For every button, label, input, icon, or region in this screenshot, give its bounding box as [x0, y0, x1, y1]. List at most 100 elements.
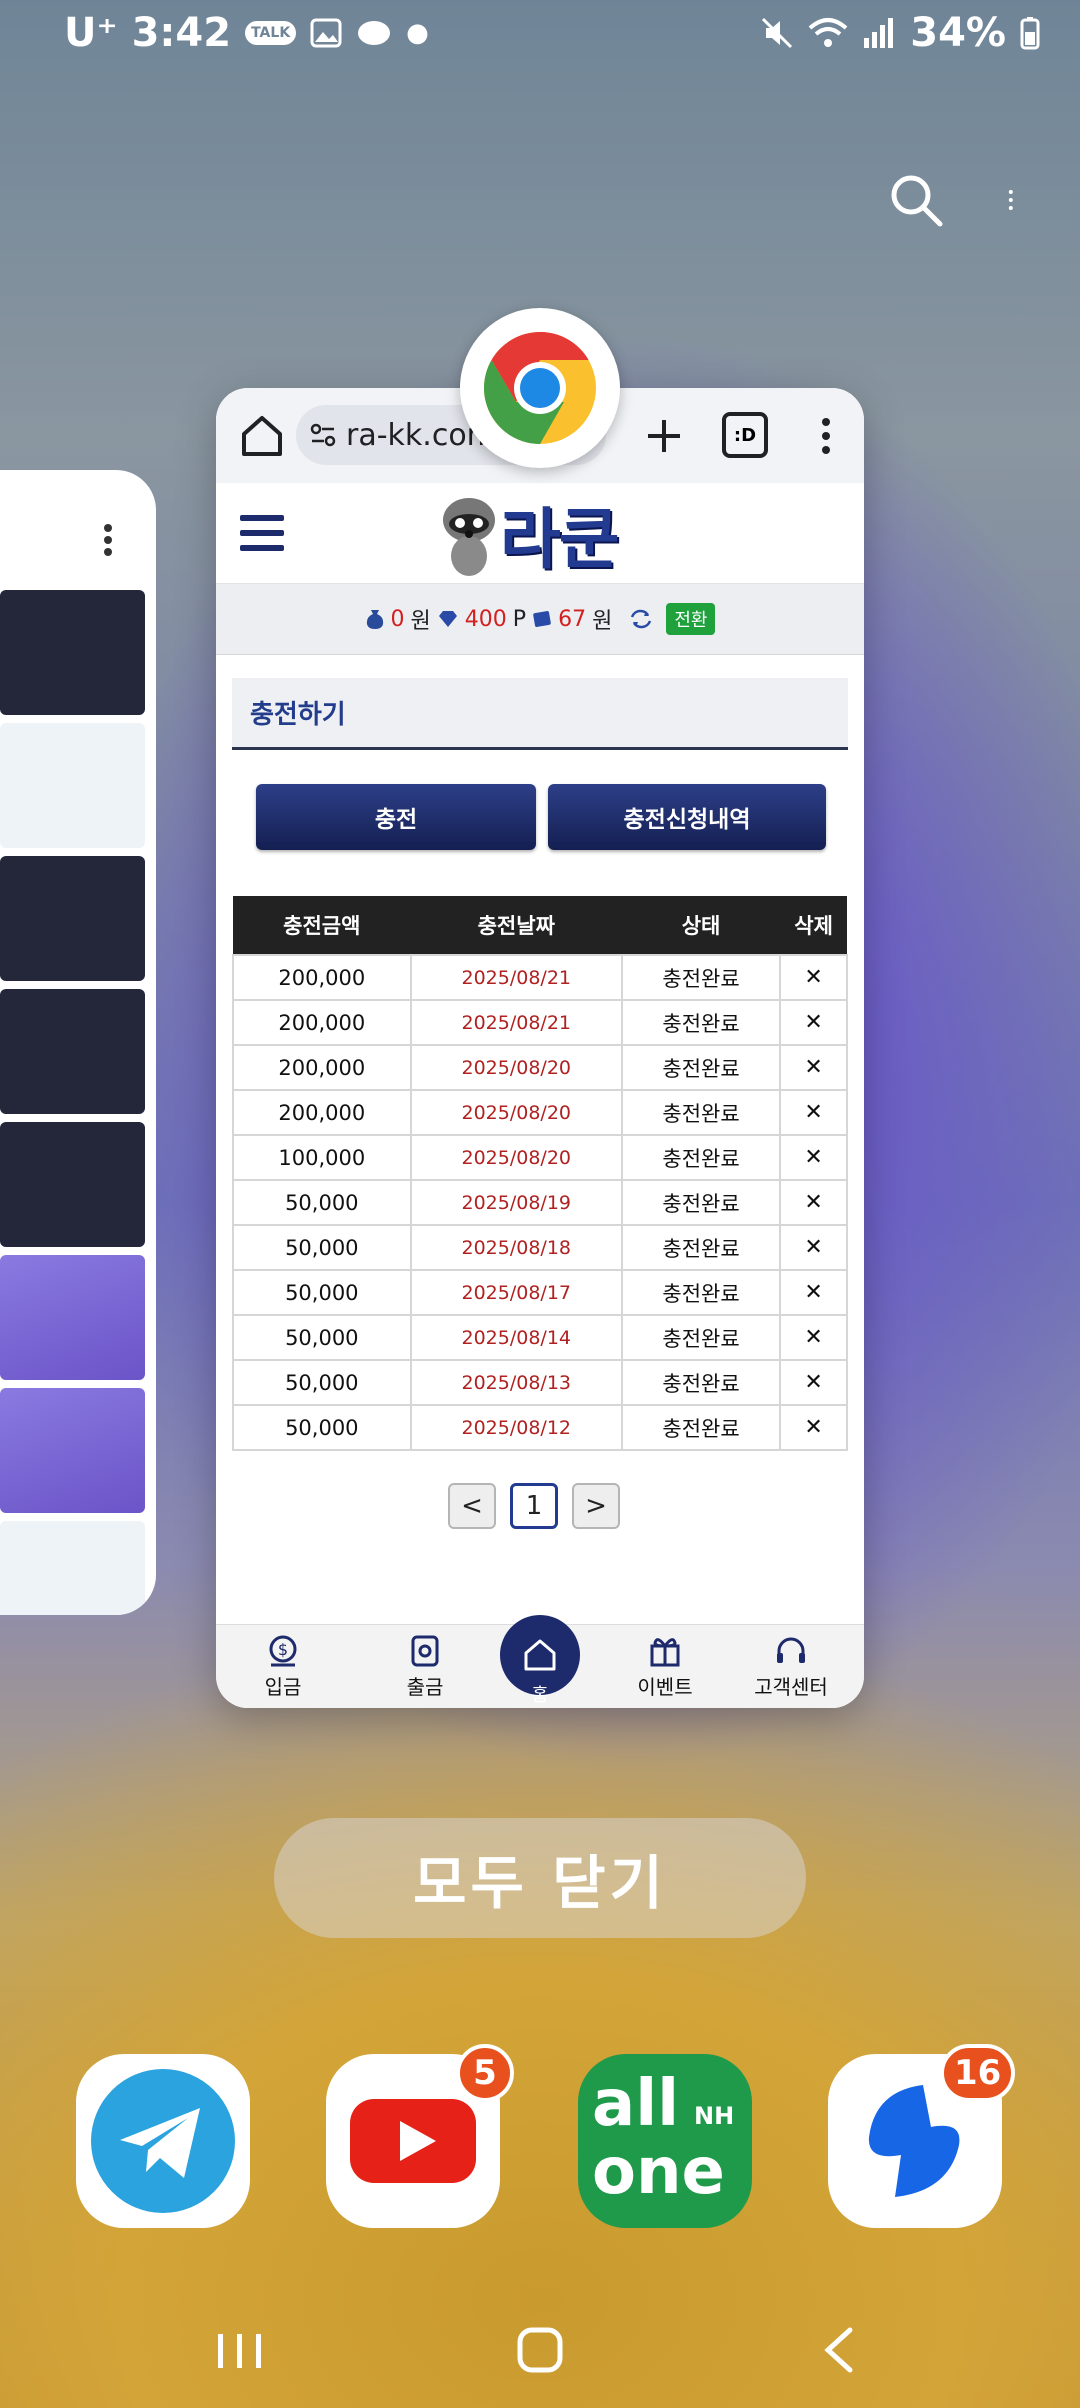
nh-allone-app[interactable]: all NH one: [578, 2054, 752, 2228]
site-header: 라쿤: [216, 483, 864, 584]
delete-button[interactable]: ✕: [779, 1359, 848, 1406]
delete-button[interactable]: ✕: [779, 1044, 848, 1091]
col-date-header: 충전날짜: [410, 896, 622, 955]
date-cell: 2025/08/17: [409, 1269, 623, 1316]
card-more-icon[interactable]: [100, 522, 116, 558]
thumbnail: [0, 856, 145, 981]
browser-home-icon[interactable]: [234, 408, 290, 464]
recent-app-card-previous[interactable]: [0, 470, 156, 1615]
gallery-icon: [310, 18, 342, 48]
status-cell: 충전완료: [620, 1179, 782, 1226]
status-cell: 충전완료: [620, 954, 782, 1001]
delete-button[interactable]: ✕: [779, 1269, 848, 1316]
amount-cell: 50,000: [232, 1224, 412, 1271]
status-cell: 충전완료: [620, 1404, 782, 1451]
thumbnail: [0, 989, 145, 1114]
threads-icon: [358, 21, 391, 45]
delete-button[interactable]: ✕: [779, 1089, 848, 1136]
telegram-app[interactable]: [76, 2054, 250, 2228]
nav-withdraw[interactable]: 출금: [370, 1633, 480, 1700]
tab-switcher-button[interactable]: :D: [722, 412, 768, 458]
amount-cell: 50,000: [232, 1404, 412, 1451]
recents-icon[interactable]: [200, 2320, 280, 2380]
delete-button[interactable]: ✕: [779, 954, 848, 1001]
date-cell: 2025/08/13: [409, 1359, 623, 1406]
diamond-icon: [438, 611, 457, 627]
nav-deposit[interactable]: $ 입금: [228, 1633, 338, 1700]
table-row: 100,000 2025/08/20 충전완료 ✕: [232, 1134, 848, 1181]
site-settings-icon[interactable]: [310, 422, 336, 448]
delete-button[interactable]: ✕: [779, 1134, 848, 1181]
point-unit: P: [512, 606, 527, 632]
chip-icon: [533, 611, 551, 627]
browser-menu-icon[interactable]: [806, 408, 846, 464]
site-logo[interactable]: 라쿤: [438, 489, 638, 579]
money-bag-icon: [366, 610, 383, 629]
date-cell: 2025/08/18: [409, 1224, 623, 1271]
home-button-icon[interactable]: [500, 2320, 580, 2380]
recent-app-card-chrome[interactable]: ra-kk.com :D 라쿤 0 원 400 P 67 원 전환 충전하기 충…: [216, 388, 864, 1708]
date-cell: 2025/08/21: [409, 999, 623, 1046]
refresh-icon[interactable]: [628, 607, 654, 631]
home-icon: [524, 1639, 556, 1671]
notification-dot-icon: ●: [406, 18, 429, 48]
amount-cell: 50,000: [232, 1359, 412, 1406]
status-right: 34%: [760, 10, 1040, 56]
site-bottom-nav: $ 입금 출금 홈 이벤트 고객센터: [216, 1615, 864, 1708]
hamburger-menu-icon[interactable]: [240, 513, 284, 553]
charge-history-table: 충전금액 충전날짜 상태 삭제 200,000 2025/08/21 충전완료 ✕ 2…: [232, 896, 848, 1451]
screenshot-thumbnails: [0, 590, 145, 1615]
delete-button[interactable]: ✕: [779, 1404, 848, 1451]
thumbnail: [0, 723, 145, 848]
charge-button[interactable]: 충전: [256, 784, 536, 850]
allone-text-1: all: [592, 2067, 680, 2141]
table-row: 200,000 2025/08/21 충전완료 ✕: [232, 954, 848, 1001]
delete-button[interactable]: ✕: [779, 1179, 848, 1226]
chrome-app-icon[interactable]: [460, 308, 620, 468]
search-icon[interactable]: [886, 170, 946, 230]
allone-nh: NH: [694, 2102, 735, 2130]
nav-event[interactable]: 이벤트: [610, 1633, 720, 1700]
switch-button[interactable]: 전환: [666, 603, 716, 635]
new-tab-icon[interactable]: [636, 408, 692, 464]
next-page-button[interactable]: >: [572, 1483, 620, 1529]
back-icon[interactable]: [800, 2320, 880, 2380]
status-cell: 충전완료: [620, 1224, 782, 1271]
delete-button[interactable]: ✕: [779, 999, 848, 1046]
allone-icon: all NH one: [578, 2054, 752, 2228]
svg-text:$: $: [278, 1640, 288, 1659]
logo-text: 라쿤: [500, 501, 619, 578]
table-row: 50,000 2025/08/18 충전완료 ✕: [232, 1224, 848, 1271]
carrier-label: U⁺: [64, 10, 118, 56]
current-page-button[interactable]: 1: [510, 1483, 558, 1529]
status-cell: 충전완료: [620, 1044, 782, 1091]
balance-bar: 0 원 400 P 67 원 전환: [216, 584, 864, 655]
headset-icon: [777, 1637, 805, 1663]
raccoon-mascot-icon: [443, 498, 495, 576]
app-dock: 5 all NH one 16: [0, 2044, 1080, 2250]
close-all-button[interactable]: 모두 닫기: [274, 1818, 806, 1938]
thumbnail: [0, 1255, 145, 1380]
clock: 3:42: [131, 10, 232, 56]
point-balance: 400: [464, 606, 507, 632]
charge-history-button[interactable]: 충전신청내역: [548, 784, 826, 850]
chrome-icon: [483, 332, 596, 444]
chip-balance: 67: [558, 606, 587, 632]
nav-support[interactable]: 고객센터: [736, 1633, 846, 1700]
status-bar: U⁺ 3:42 TALK ● 34%: [0, 0, 1080, 70]
battery-charging-icon: [1020, 17, 1040, 50]
status-cell: 충전완료: [620, 1089, 782, 1136]
thumbnail: [0, 590, 145, 715]
more-options-icon[interactable]: [1006, 170, 1030, 230]
delete-button[interactable]: ✕: [779, 1224, 848, 1271]
withdraw-icon: [411, 1635, 439, 1667]
prev-page-button[interactable]: <: [448, 1483, 496, 1529]
thumbnail: [0, 1122, 145, 1247]
delete-button[interactable]: ✕: [779, 1314, 848, 1361]
thumbnail: [0, 1388, 145, 1513]
status-cell: 충전완료: [620, 1314, 782, 1361]
deposit-icon: $: [269, 1635, 297, 1667]
status-left: U⁺ 3:42 TALK ●: [64, 10, 429, 56]
date-cell: 2025/08/21: [409, 954, 623, 1001]
allone-text-2: one: [592, 2135, 725, 2209]
